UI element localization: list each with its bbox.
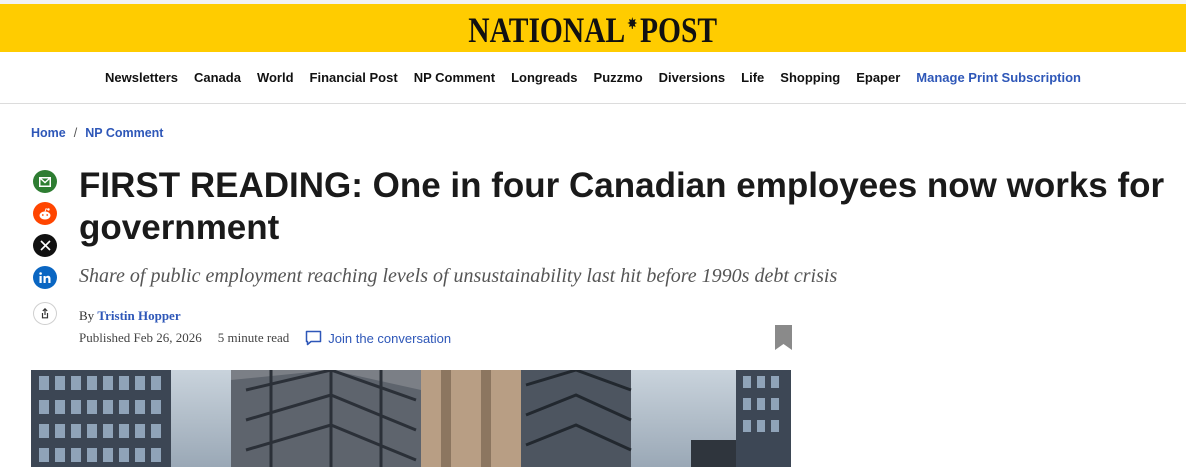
logo-text-left: NATIONAL (468, 10, 626, 50)
maple-leaf-icon (627, 17, 638, 29)
nav-item-longreads[interactable]: Longreads (511, 70, 577, 85)
share-linkedin-button[interactable] (33, 266, 57, 289)
nav-item-world[interactable]: World (257, 70, 294, 85)
article-meta: Published Feb 26, 2026 5 minute read Joi… (79, 330, 451, 346)
join-conversation-link[interactable]: Join the conversation (305, 330, 451, 346)
author-link[interactable]: Tristin Hopper (97, 308, 180, 323)
article-headline: FIRST READING: One in four Canadian empl… (79, 166, 1165, 247)
nav-item-puzzmo[interactable]: Puzzmo (594, 70, 643, 85)
share-x-button[interactable] (33, 234, 57, 257)
nav-item-manage-print-subscription[interactable]: Manage Print Subscription (916, 70, 1081, 85)
article-dek: Share of public employment reaching leve… (79, 265, 838, 287)
nav-item-life[interactable]: Life (741, 70, 764, 85)
hero-image-graphic (31, 370, 791, 467)
comment-icon (306, 330, 322, 346)
nav-item-canada[interactable]: Canada (194, 70, 241, 85)
nav-item-diversions[interactable]: Diversions (659, 70, 725, 85)
share-reddit-button[interactable] (33, 202, 57, 225)
linkedin-icon (39, 272, 51, 283)
breadcrumb-section[interactable]: NP Comment (85, 126, 163, 140)
breadcrumb-home[interactable]: Home (31, 126, 66, 140)
nav-item-financial-post[interactable]: Financial Post (310, 70, 398, 85)
share-email-button[interactable] (33, 170, 57, 193)
byline-prefix: By (79, 308, 95, 323)
published-date: Published Feb 26, 2026 (79, 330, 202, 345)
breadcrumb: Home / NP Comment (31, 126, 163, 140)
main-nav: Newsletters Canada World Financial Post … (0, 52, 1186, 104)
byline: By Tristin Hopper (79, 308, 181, 324)
masthead: NATIONAL POST (0, 4, 1186, 52)
breadcrumb-separator: / (73, 126, 78, 140)
nav-item-newsletters[interactable]: Newsletters (105, 70, 178, 85)
nav-item-np-comment[interactable]: NP Comment (414, 70, 495, 85)
share-bar (33, 170, 57, 325)
share-more-icon (41, 308, 49, 319)
reddit-icon (39, 207, 51, 219)
share-more-button[interactable] (33, 302, 57, 325)
nav-item-shopping[interactable]: Shopping (780, 70, 840, 85)
hero-image (31, 370, 791, 467)
bookmark-icon[interactable] (775, 325, 792, 350)
x-icon (39, 240, 51, 251)
email-icon (39, 176, 51, 187)
logo-text-right: POST (640, 10, 718, 50)
site-logo[interactable]: NATIONAL POST (469, 8, 718, 48)
join-conversation-label: Join the conversation (328, 330, 452, 346)
read-time: 5 minute read (217, 330, 290, 345)
nav-item-epaper[interactable]: Epaper (856, 70, 900, 85)
